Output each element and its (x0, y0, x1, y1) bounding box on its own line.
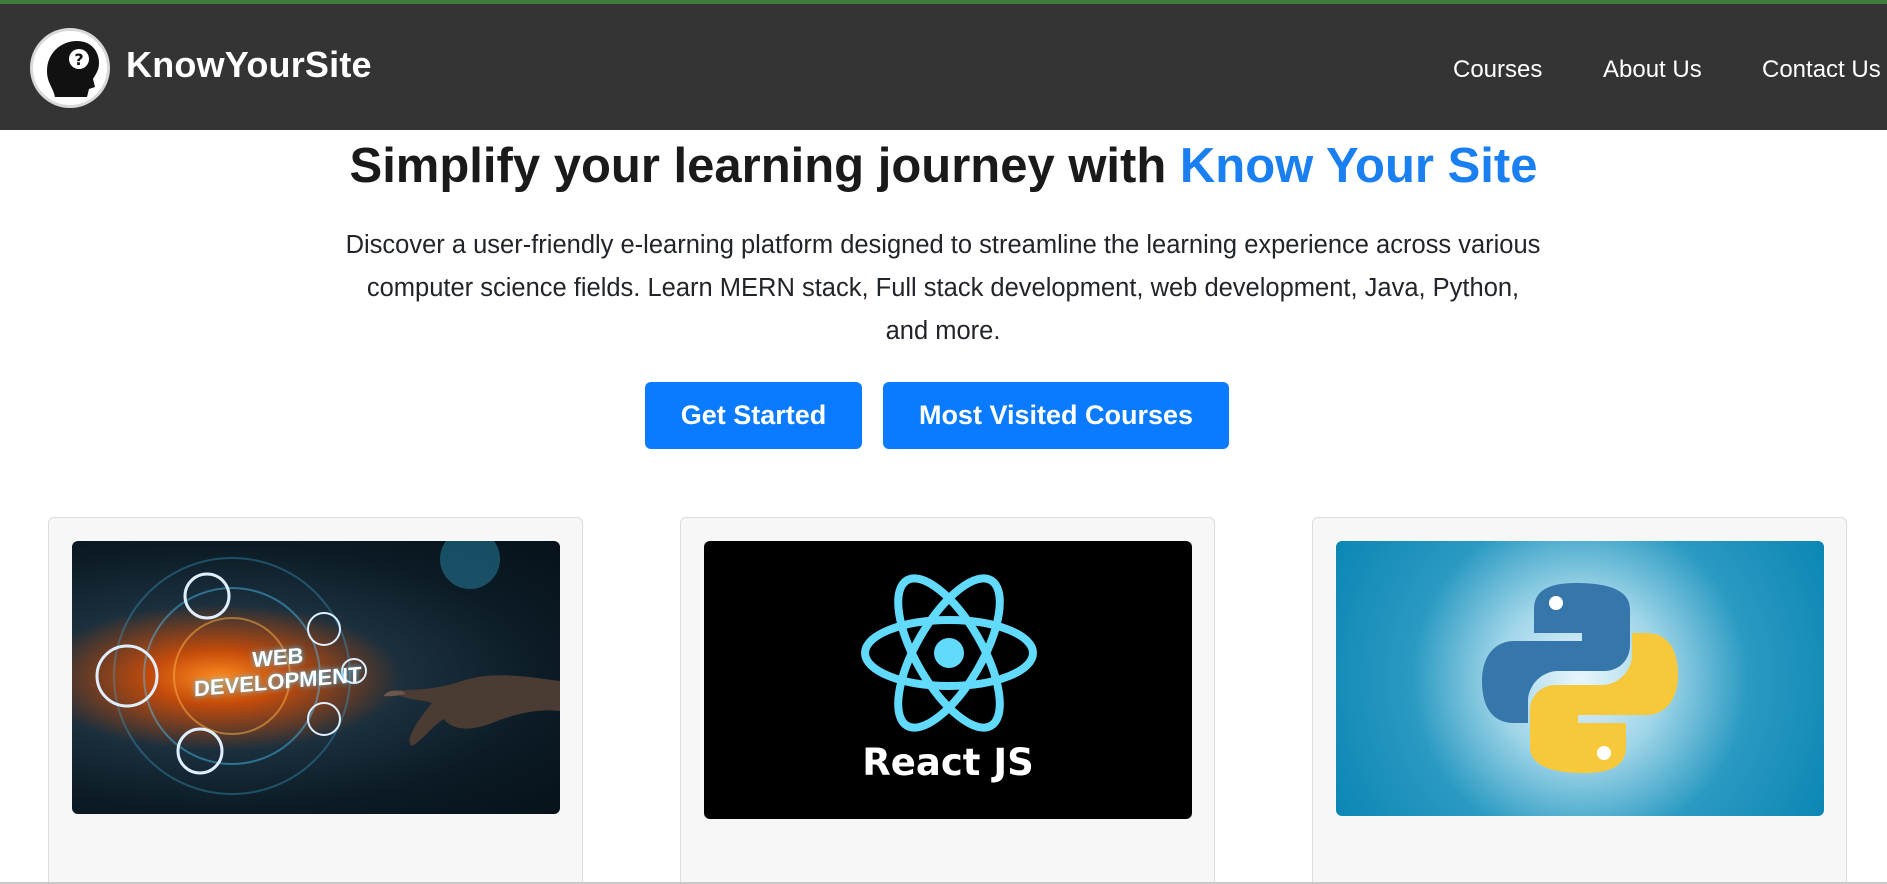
react-js-image-text: React JS (862, 741, 1034, 784)
most-visited-courses-button[interactable]: Most Visited Courses (883, 382, 1229, 449)
hero-title: Simplify your learning journey with Know… (0, 138, 1887, 194)
python-logo-icon[interactable] (1336, 541, 1824, 816)
hero-title-highlight: Know Your Site (1179, 139, 1538, 193)
brand-name[interactable]: KnowYourSite (126, 44, 372, 86)
course-card-react-js[interactable]: React JS (680, 517, 1215, 884)
course-card-python[interactable] (1312, 517, 1847, 884)
navbar: ? KnowYourSite Courses About Us Contact … (0, 4, 1887, 130)
course-card-web-development[interactable]: WEB DEVELOPMENT (48, 517, 583, 884)
react-logo-icon[interactable]: React JS (704, 541, 1192, 819)
web-development-icon[interactable]: WEB DEVELOPMENT (72, 541, 560, 814)
nav-contact-us[interactable]: Contact Us (1762, 56, 1881, 84)
nav-about-us[interactable]: About Us (1603, 56, 1702, 84)
hero-title-prefix: Simplify your learning journey with (349, 139, 1180, 193)
get-started-button[interactable]: Get Started (645, 382, 862, 449)
logo-head-question-icon[interactable]: ? (30, 28, 110, 108)
svg-text:?: ? (74, 50, 83, 69)
nav-courses[interactable]: Courses (1453, 56, 1542, 84)
hero-description: Discover a user-friendly e-learning plat… (345, 231, 1541, 345)
